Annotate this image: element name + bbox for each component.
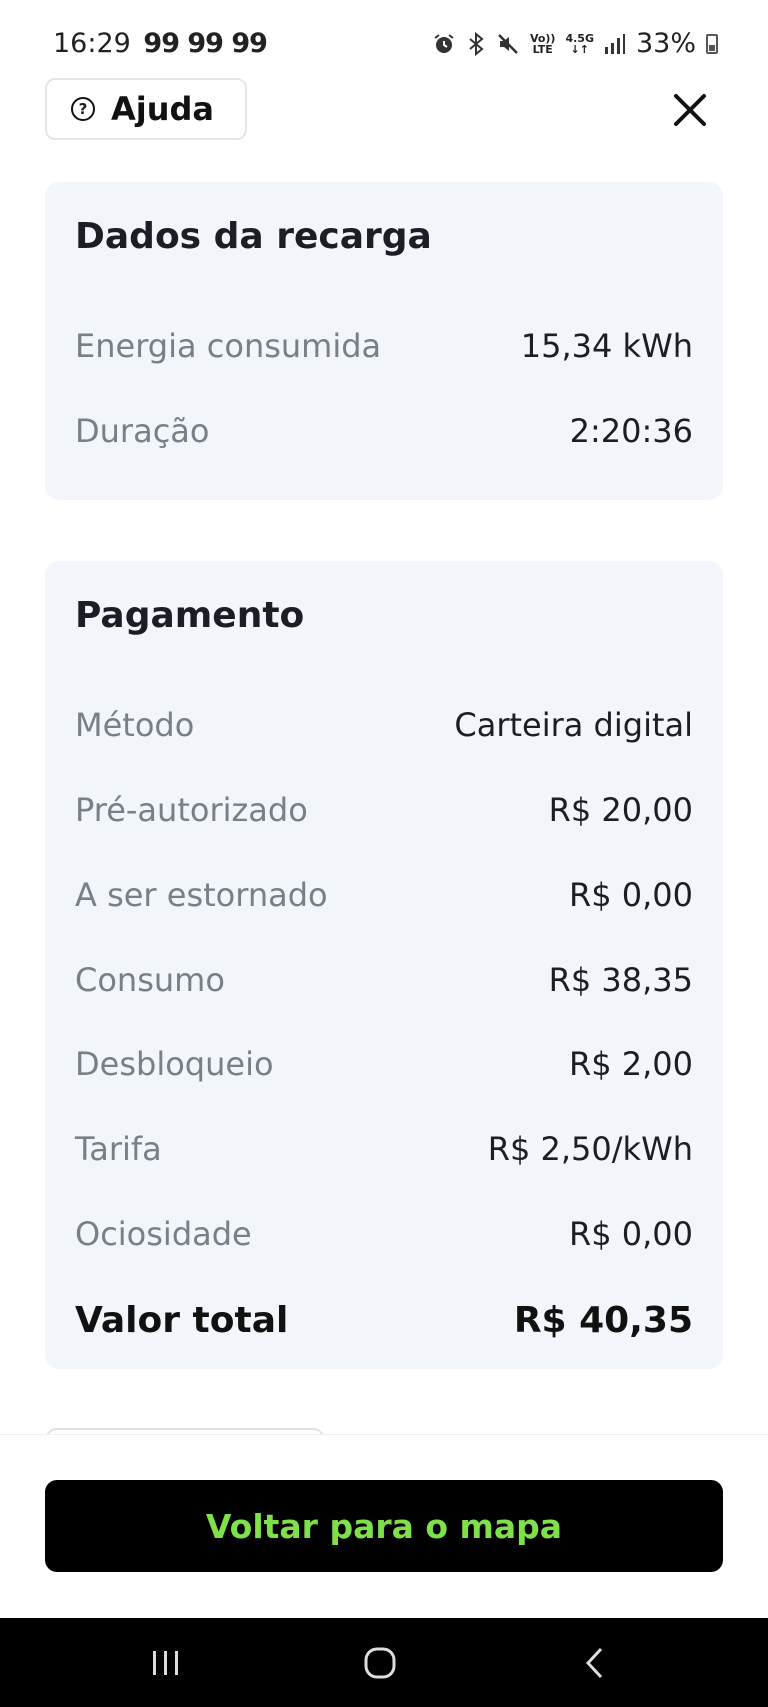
signal-icon <box>604 33 625 54</box>
home-button[interactable] <box>340 1618 420 1707</box>
row-value: R$ 0,00 <box>568 1215 693 1253</box>
back-button[interactable] <box>555 1618 635 1707</box>
row-label: Energia consumida <box>75 327 382 365</box>
recent-apps-icon <box>153 1650 178 1675</box>
row-label: Duração <box>75 412 210 450</box>
row-label: Ociosidade <box>75 1215 252 1253</box>
row-value: Carteira digital <box>454 706 693 744</box>
payment-card: Pagamento Método Carteira digital Pré-au… <box>45 561 723 1369</box>
notification-badges: 99 99 99 <box>143 28 268 59</box>
alarm-icon <box>434 33 454 53</box>
row-value: 2:20:36 <box>569 412 693 450</box>
status-time-group: 16:29 99 99 99 <box>53 28 268 59</box>
battery-icon <box>706 33 718 54</box>
row-label: Método <box>75 706 195 744</box>
row-value: R$ 2,00 <box>568 1045 693 1083</box>
row-label: Pré-autorizado <box>75 791 308 829</box>
row-value: R$ 20,00 <box>548 791 693 829</box>
status-bar: 16:29 99 99 99 Vo)) LTE 4.5G ↓↑ 33% <box>0 0 768 80</box>
payment-row-method: Método Carteira digital <box>75 703 693 747</box>
back-icon <box>585 1647 603 1678</box>
payment-row-idle: Ociosidade R$ 0,00 <box>75 1212 693 1256</box>
row-label: Desbloqueio <box>75 1045 274 1083</box>
volte-indicator: Vo)) LTE <box>529 31 556 56</box>
recharge-card-title: Dados da recarga <box>75 216 432 257</box>
row-value: 15,34 kWh <box>520 327 693 365</box>
back-to-map-button[interactable]: Voltar para o mapa <box>45 1480 723 1572</box>
mute-icon <box>498 33 518 54</box>
data-indicator: 4.5G ↓↑ <box>565 31 594 56</box>
payment-row-consumption: Consumo R$ 38,35 <box>75 958 693 1002</box>
row-label: A ser estornado <box>75 876 328 914</box>
recharge-row-duration: Duração 2:20:36 <box>75 409 693 453</box>
payment-row-preauth: Pré-autorizado R$ 20,00 <box>75 788 693 832</box>
payment-row-total: Valor total R$ 40,35 <box>75 1298 693 1342</box>
row-value: R$ 38,35 <box>548 961 693 999</box>
close-icon[interactable] <box>668 88 712 132</box>
status-time: 16:29 <box>53 28 131 59</box>
row-value: R$ 2,50/kWh <box>487 1130 693 1168</box>
back-to-map-label: Voltar para o mapa <box>205 1506 563 1546</box>
recharge-data-card: Dados da recarga Energia consumida 15,34… <box>45 182 723 500</box>
total-label: Valor total <box>75 1299 289 1341</box>
row-value: R$ 0,00 <box>568 876 693 914</box>
payment-row-refund: A ser estornado R$ 0,00 <box>75 873 693 917</box>
bluetooth-icon <box>469 31 484 56</box>
total-value: R$ 40,35 <box>513 1299 693 1341</box>
row-label: Consumo <box>75 961 225 999</box>
help-label: Ajuda <box>111 90 215 128</box>
payment-row-tariff: Tarifa R$ 2,50/kWh <box>75 1127 693 1171</box>
payment-card-title: Pagamento <box>75 595 305 636</box>
system-nav-bar <box>0 1618 768 1707</box>
payment-row-unlock: Desbloqueio R$ 2,00 <box>75 1042 693 1086</box>
row-label: Tarifa <box>75 1130 162 1168</box>
recharge-row-energy: Energia consumida 15,34 kWh <box>75 324 693 368</box>
status-icons: Vo)) LTE 4.5G ↓↑ 33% <box>432 28 718 59</box>
help-button[interactable]: ? Ajuda <box>45 78 247 140</box>
recent-apps-button[interactable] <box>126 1618 206 1707</box>
question-circle-icon: ? <box>71 97 95 121</box>
home-icon <box>364 1647 396 1678</box>
battery-percent: 33% <box>635 28 696 59</box>
